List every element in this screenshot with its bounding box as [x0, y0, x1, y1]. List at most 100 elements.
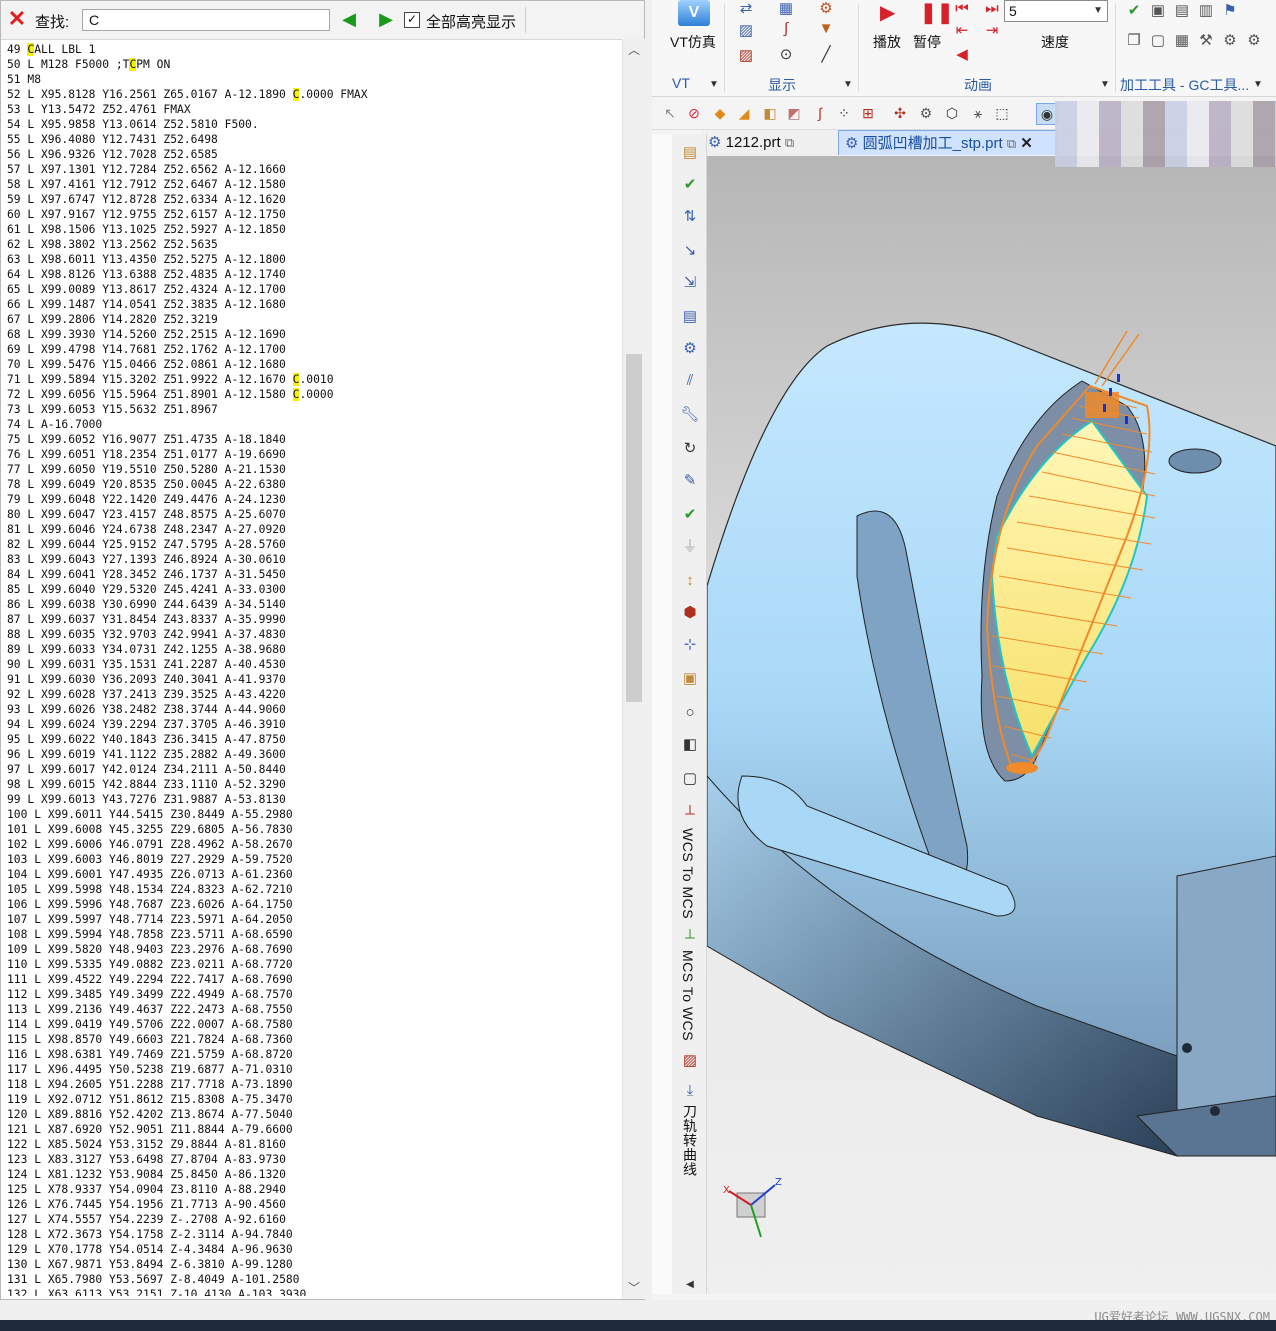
snap-icon[interactable]: ⚹ [968, 103, 988, 123]
play-label: 播放 [873, 34, 901, 50]
display-group-dropdown-icon[interactable]: ▼ [838, 76, 858, 94]
cutter-icon[interactable]: ⏚ [679, 536, 701, 558]
point-icon[interactable]: ⁘ [834, 103, 854, 123]
snap-icon[interactable]: ⬡ [942, 103, 962, 123]
pause-button[interactable]: ❚❚ 暂停 [910, 0, 954, 52]
verify-icon[interactable]: ✔ [679, 174, 701, 196]
network-icon[interactable]: ⬢ [679, 602, 701, 624]
mcs-to-wcs-button[interactable]: MCS To WCS [680, 950, 696, 1041]
snap-icon[interactable]: ✣ [890, 103, 910, 123]
gc-tool-icon[interactable]: ❐ [1124, 32, 1144, 50]
hatch-icon[interactable]: ▨ [679, 1050, 701, 1072]
find-previous-icon[interactable]: ◀ [340, 10, 358, 28]
display-tool-icon[interactable]: ▦ [776, 0, 796, 18]
code-line: 70 L X99.5476 Y15.0466 Z52.0861 A-12.168… [7, 358, 286, 371]
folder-icon[interactable]: ▤ [679, 142, 701, 164]
speed-select[interactable]: 5 ▼ [1004, 0, 1108, 22]
axis-icon[interactable]: ⟂ [679, 924, 701, 946]
gc-tool-icon[interactable]: ▥ [1196, 2, 1216, 20]
toolpath-to-curve-button[interactable]: 刀轨转曲线 [680, 1104, 700, 1177]
loop-icon[interactable]: ↻ [679, 438, 701, 460]
code-text-area[interactable]: 49 CALL LBL 1 50 L M128 F5000 ;TCPM ON 51 … [7, 42, 597, 1296]
close-icon[interactable]: ✕ [7, 8, 27, 30]
gc-tool-icon[interactable]: ⚑ [1220, 2, 1240, 20]
close-icon[interactable]: ✕ [1020, 135, 1033, 152]
vt-sim-button[interactable]: V VT仿真 [666, 0, 720, 70]
find-input[interactable]: C [82, 9, 330, 31]
gc-tool-icon[interactable]: ⚙ [1244, 32, 1264, 50]
body-icon[interactable]: ◧ [760, 103, 780, 123]
display-group-label: 显示 [768, 77, 796, 93]
play-button[interactable]: ▶ 播放 [870, 0, 906, 52]
surface-icon[interactable]: ◢ [734, 103, 754, 123]
tool-icon[interactable]: ⫽ [679, 370, 701, 392]
popout-icon[interactable]: ⧉ [1007, 136, 1016, 151]
verify-icon[interactable]: ✔ [679, 504, 701, 526]
snap-icon[interactable]: ⚙ [916, 103, 936, 123]
document-icon[interactable]: ▤ [679, 306, 701, 328]
scroll-thumb[interactable] [626, 354, 642, 702]
resource-bar-edge [652, 134, 673, 1294]
scroll-down-icon[interactable]: ﹀ [623, 1279, 645, 1297]
toolpath-icon[interactable]: ⇅ [679, 206, 701, 228]
step-forward-icon[interactable]: ⏭ [982, 0, 1002, 18]
popout-icon[interactable]: ⧉ [785, 135, 794, 150]
display-tool-icon[interactable]: ⇄ [736, 0, 756, 18]
gc-tool-icon[interactable]: ⚙ [1220, 32, 1240, 50]
vt-group-dropdown-icon[interactable]: ▼ [704, 76, 724, 94]
select-filter-icon[interactable]: ⊞ [858, 103, 878, 123]
step-back-icon[interactable]: ⏮ [952, 0, 972, 18]
wrench-icon[interactable]: 🔧︎ [679, 404, 701, 426]
curve-icon[interactable]: ∫ [810, 103, 830, 123]
gc-tools-dropdown-icon[interactable]: ▼ [1248, 76, 1268, 94]
highlight-all-checkbox[interactable]: ✓ [404, 12, 420, 28]
gc-tool-icon[interactable]: ▦ [1172, 32, 1192, 50]
next-op-icon[interactable]: ⇥ [982, 22, 1002, 40]
toolpath-icon[interactable]: ⇲ [679, 272, 701, 294]
collapse-icon[interactable]: ◀ [679, 1274, 701, 1296]
toolpath-icon[interactable]: ↘ [679, 240, 701, 262]
hatch-icon[interactable]: ▨ [736, 47, 756, 65]
line-icon[interactable]: ╱ [816, 46, 836, 64]
find-next-icon[interactable]: ▶ [377, 10, 395, 28]
tab-file-1212[interactable]: ⚙ 1212.prt ⧉ [708, 130, 834, 155]
code-line: 128 L X72.3673 Y54.1758 Z-2.3114 A-94.78… [7, 1228, 293, 1241]
circle-icon[interactable]: ○ [679, 702, 701, 724]
gc-tool-icon[interactable]: ▤ [1172, 2, 1192, 20]
gc-tool-icon[interactable]: ▣ [1148, 2, 1168, 20]
pointer-icon[interactable]: ↖ [660, 103, 680, 123]
axis-icon[interactable]: ⟂ [679, 800, 701, 822]
curve-icon[interactable]: ∫ [776, 20, 796, 38]
block-icon[interactable]: ▢ [679, 768, 701, 790]
machine-icon[interactable]: ⚙ [679, 338, 701, 360]
graphics-viewport[interactable]: X Z [707, 156, 1276, 1294]
gc-tool-icon[interactable]: ⚒ [1196, 32, 1216, 50]
tab-file-arc-groove[interactable]: ⚙ 圆弧凹槽加工_stp.prt ⧉ ✕ [838, 130, 1058, 155]
block-icon[interactable]: ◧ [679, 734, 701, 756]
hatch-icon[interactable]: ▨ [736, 22, 756, 40]
cube-icon[interactable]: ◆ [710, 103, 730, 123]
code-scrollbar[interactable]: ︿ ﹀ [622, 39, 645, 1299]
check-icon[interactable]: ✔ [1124, 2, 1144, 20]
sheet-icon[interactable]: ▣ [679, 668, 701, 690]
animation-group-dropdown-icon[interactable]: ▼ [1095, 76, 1115, 94]
tool-icon[interactable]: ▼ [816, 20, 836, 38]
rectangle-select-icon[interactable]: ⬚ [992, 103, 1012, 123]
origin-icon[interactable]: ⊹ [679, 634, 701, 656]
gc-tool-icon[interactable]: ▢ [1148, 32, 1168, 50]
wcs-to-mcs-button[interactable]: WCS To MCS [680, 828, 696, 919]
brush-icon[interactable]: ✎ [679, 470, 701, 492]
previous-op-icon[interactable]: ⇤ [952, 22, 972, 40]
scroll-up-icon[interactable]: ︿ [623, 41, 645, 59]
solid-icon[interactable]: ◩ [784, 103, 804, 123]
rewind-icon[interactable]: ◀ [952, 46, 972, 64]
code-line: 55 L X96.4080 Y12.7431 Z52.6498 [7, 133, 218, 146]
group-divider [1115, 4, 1116, 92]
code-line: 93 L X99.6026 Y38.2482 Z38.3744 A-44.906… [7, 703, 286, 716]
curve-convert-icon[interactable]: ⤓ [679, 1080, 701, 1102]
no-icon[interactable]: ⊘ [684, 103, 704, 123]
point-icon[interactable]: ⊙ [776, 46, 796, 64]
display-tool-icon[interactable]: ⚙ [816, 0, 836, 18]
code-line: 99 L X99.6013 Y43.7276 Z31.9887 A-53.813… [7, 793, 286, 806]
length-icon[interactable]: ↕ [679, 570, 701, 592]
